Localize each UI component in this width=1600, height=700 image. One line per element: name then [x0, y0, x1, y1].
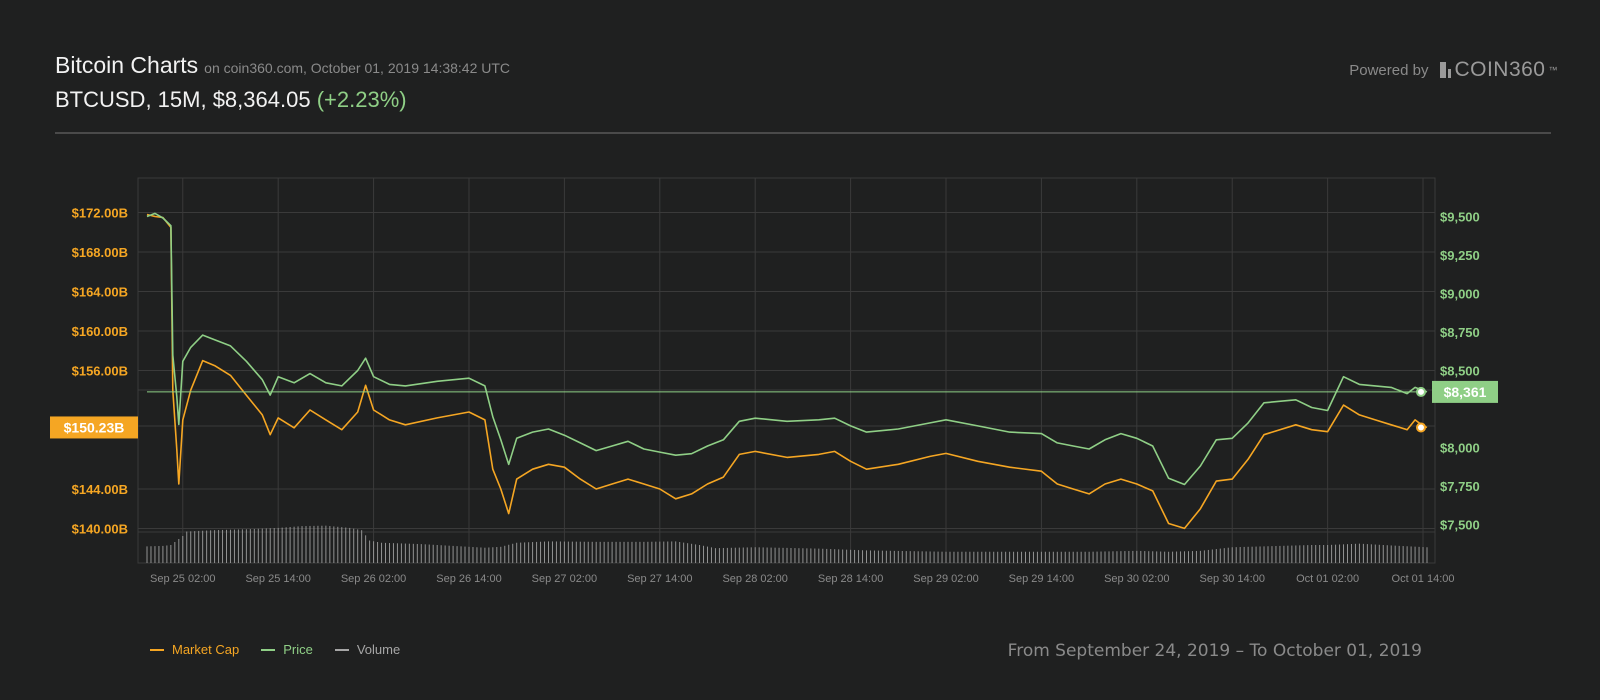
legend-market-cap[interactable]: Market Cap — [150, 642, 239, 657]
market-cap-current-label: $150.23B — [64, 419, 125, 435]
legend-market-cap-label: Market Cap — [172, 642, 240, 657]
x-axis-tick-label: Sep 29 14:00 — [1009, 573, 1074, 585]
left-axis-tick-label: $160.00B — [72, 324, 128, 339]
x-axis-tick-label: Sep 28 14:00 — [818, 573, 883, 585]
x-axis-tick-label: Sep 25 14:00 — [245, 573, 310, 585]
price-current-marker[interactable] — [1416, 386, 1426, 397]
legend-market-cap-swatch — [150, 648, 164, 651]
x-axis-tick-label: Sep 27 02:00 — [532, 573, 597, 585]
market-cap-current-marker[interactable] — [1416, 422, 1426, 433]
x-axis-tick-label: Sep 28 02:00 — [722, 573, 787, 585]
legend-volume-swatch — [334, 648, 349, 651]
left-axis-tick-label: $172.00B — [72, 206, 128, 221]
x-axis-tick-label: Sep 29 02:00 — [913, 573, 978, 585]
x-axis-tick-label: Sep 27 14:00 — [627, 573, 692, 585]
right-axis-tick-label: $9,250 — [1440, 248, 1480, 263]
x-axis-tick-label: Sep 30 14:00 — [1199, 573, 1264, 585]
right-axis-tick-label: $9,000 — [1440, 287, 1480, 302]
legend-volume[interactable]: Volume — [334, 642, 401, 657]
date-range: From September 24, 2019 – To October 01,… — [1007, 641, 1422, 661]
right-axis-tick-label: $8,750 — [1440, 325, 1480, 340]
x-axis-tick-label: Sep 30 02:00 — [1104, 573, 1169, 585]
x-axis-tick-label: Sep 25 02:00 — [150, 573, 215, 585]
x-axis-tick-label: Oct 01 14:00 — [1392, 573, 1455, 585]
legend-price[interactable]: Price — [261, 642, 313, 657]
right-axis-tick-label: $8,500 — [1440, 364, 1480, 379]
legend-price-label: Price — [283, 642, 313, 657]
legend-volume-label: Volume — [356, 642, 401, 657]
left-axis-tick-label: $164.00B — [72, 285, 128, 300]
chart-legend: Market Cap Price Volume — [150, 642, 400, 657]
left-axis-tick-label: $168.00B — [72, 245, 128, 260]
price-current-label: $8,361 — [1444, 384, 1487, 400]
left-axis-tick-label: $144.00B — [72, 482, 128, 497]
right-axis-tick-label: $8,000 — [1440, 441, 1480, 456]
right-axis-tick-label: $7,750 — [1440, 479, 1480, 494]
x-axis-tick-label: Sep 26 14:00 — [436, 573, 501, 585]
left-axis-tick-label: $140.00B — [72, 521, 128, 536]
legend-price-swatch — [261, 648, 276, 651]
market-cap-line[interactable] — [146, 213, 1428, 530]
right-axis-tick-label: $7,500 — [1440, 518, 1480, 533]
right-axis-tick-label: $9,500 — [1440, 210, 1480, 225]
left-axis-tick-label: $156.00B — [72, 364, 128, 379]
x-axis-tick-label: Sep 26 02:00 — [341, 573, 406, 585]
bitcoin-chart[interactable]: $172.00B $168.00B $164.00B $160.00B $156.00B… — [0, 0, 1600, 700]
x-axis-tick-label: Oct 01 02:00 — [1296, 573, 1359, 585]
price-line[interactable] — [146, 212, 1428, 486]
